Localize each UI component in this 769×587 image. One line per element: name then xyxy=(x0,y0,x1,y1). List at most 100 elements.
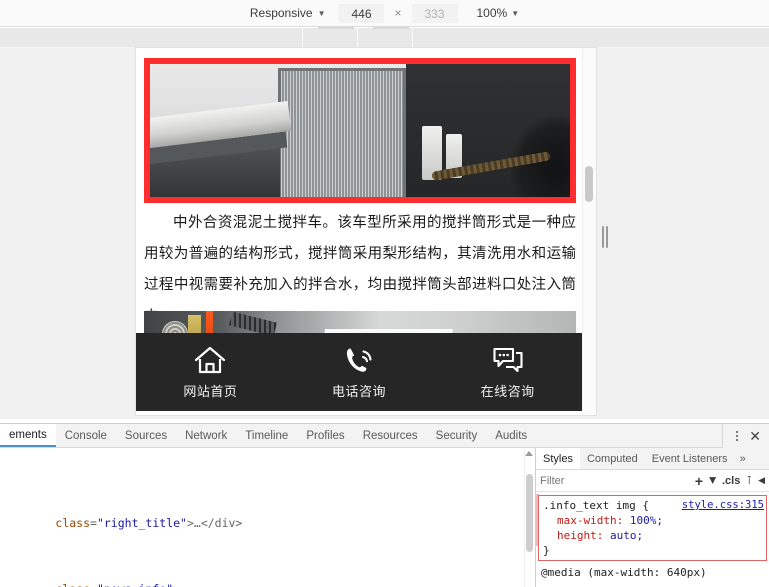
grip-line xyxy=(602,226,604,248)
tab-computed[interactable]: Computed xyxy=(580,448,645,469)
tab-resources[interactable]: Resources xyxy=(354,424,427,447)
css-selector: .info_text img { xyxy=(543,499,649,512)
close-icon[interactable]: ✕ xyxy=(749,429,761,443)
zoom-level-label: 100% xyxy=(476,6,508,20)
dom-node-right-title[interactable]: class="right_title">…</div> xyxy=(0,499,535,530)
dom-scrollbar-thumb[interactable] xyxy=(526,474,533,552)
ruler-marker xyxy=(373,27,409,29)
rendered-page: 中外合资混泥土搅拌车。该车型所采用的搅拌筒形式是一种应用较为普遍的结构形式，搅拌… xyxy=(136,48,582,415)
css-property: height: xyxy=(557,529,604,542)
dimension-separator: × xyxy=(394,6,402,20)
tab-network[interactable]: Network xyxy=(176,424,236,447)
devtools-panel: ements Console Sources Network Timeline … xyxy=(0,423,769,587)
css-rule-info-text-img[interactable]: .info_text img { style.css:315 max-width… xyxy=(538,495,767,561)
chevron-down-icon: ▼ xyxy=(511,9,520,18)
new-style-rule-icon[interactable]: + xyxy=(695,474,703,488)
ruler-tick xyxy=(412,28,413,48)
dom-node-news-info[interactable]: class="news_info"> xyxy=(0,565,535,587)
phone-icon xyxy=(346,348,372,372)
css-media-query-header: @media (max-width: 640px) xyxy=(541,566,707,579)
devtools-body: class="right_title">…</div> class="news_… xyxy=(0,448,769,587)
device-toolbar-controls: Responsive ▼ 446 × 333 100% ▼ xyxy=(246,3,524,23)
node-tail: >…</div> xyxy=(186,516,243,530)
css-property: max-width: xyxy=(557,514,624,527)
device-selector[interactable]: Responsive ▼ xyxy=(246,4,330,22)
zoom-selector[interactable]: 100% ▼ xyxy=(473,4,524,22)
tab-label: ements xyxy=(9,428,47,441)
attr-value: "right_title" xyxy=(96,516,187,530)
tab-label: Audits xyxy=(495,429,528,442)
stylesheet-source-link[interactable]: style.css:315 xyxy=(682,498,764,513)
tab-label: Timeline xyxy=(245,429,289,442)
attr-value: "news_info" xyxy=(97,582,173,587)
page-scrollbar-thumb[interactable] xyxy=(585,166,593,202)
attr-eq: = xyxy=(90,582,97,587)
css-declaration[interactable]: height: auto; xyxy=(543,528,762,543)
styles-filter-row: + ◀ .cls ⊺ ◀ xyxy=(536,470,769,492)
tab-label: Event Listeners xyxy=(651,452,728,465)
css-rule-close-brace: } xyxy=(543,544,550,557)
tab-console[interactable]: Console xyxy=(56,424,116,447)
device-canvas: 中外合资混泥土搅拌车。该车型所采用的搅拌筒形式是一种应用较为普遍的结构形式，搅拌… xyxy=(0,48,769,469)
chevron-down-icon[interactable]: ◀ xyxy=(707,477,718,484)
scroll-up-arrow-icon[interactable] xyxy=(525,451,533,456)
ruler-tick xyxy=(357,28,358,48)
more-tabs-icon[interactable]: » xyxy=(735,448,751,469)
css-value: auto; xyxy=(609,529,644,542)
tab-security[interactable]: Security xyxy=(427,424,487,447)
chevron-right-icon: » xyxy=(739,452,746,465)
tab-label: Resources xyxy=(362,429,418,442)
grip-line xyxy=(606,226,608,248)
tab-audits[interactable]: Audits xyxy=(486,424,536,447)
collapse-arrow-icon[interactable]: ◀ xyxy=(758,475,765,486)
tab-label: Styles xyxy=(543,452,573,465)
tab-event-listeners[interactable]: Event Listeners xyxy=(645,448,735,469)
photo-chassis-region xyxy=(150,138,280,197)
tab-label: Computed xyxy=(586,452,638,465)
styles-sidebar: Styles Computed Event Listeners » + ◀ .c… xyxy=(535,448,769,587)
element-classes-icon[interactable]: .cls xyxy=(722,475,740,487)
viewport-ruler[interactable] xyxy=(0,27,769,48)
ruler-tick xyxy=(302,28,303,48)
nav-label: 在线咨询 xyxy=(480,384,535,400)
ruler-marker xyxy=(318,27,354,29)
pin-icon[interactable]: ⊺ xyxy=(746,474,752,487)
selected-image-highlight[interactable] xyxy=(144,58,576,203)
page-bottom-navbar: 网站首页 电话咨询 在线咨询 xyxy=(136,333,582,411)
device-viewport: 中外合资混泥土搅拌车。该车型所采用的搅拌筒形式是一种应用较为普遍的结构形式，搅拌… xyxy=(136,48,596,415)
page-scrollbar-track[interactable] xyxy=(582,48,596,415)
node-tail: > xyxy=(173,582,180,587)
tab-timeline[interactable]: Timeline xyxy=(236,424,297,447)
styles-filter-input[interactable] xyxy=(540,474,689,487)
viewport-height-input[interactable]: 333 xyxy=(411,3,458,23)
tab-label: Console xyxy=(64,429,107,442)
attr-eq: = xyxy=(90,516,97,530)
viewport-resize-handle-right[interactable] xyxy=(599,223,611,251)
tab-elements[interactable]: ements xyxy=(0,424,56,447)
css-declaration[interactable]: max-width: 100%; xyxy=(543,513,762,528)
css-selector-line[interactable]: .info_text img { style.css:315 xyxy=(543,498,764,513)
nav-label: 网站首页 xyxy=(183,384,238,400)
tab-sources[interactable]: Sources xyxy=(116,424,176,447)
chat-icon xyxy=(493,347,523,372)
tab-styles[interactable]: Styles xyxy=(536,448,580,469)
tab-label: Sources xyxy=(124,429,168,442)
css-value: 100%; xyxy=(629,514,663,527)
dom-tree[interactable]: class="right_title">…</div> class="news_… xyxy=(0,448,535,587)
home-icon xyxy=(195,346,226,373)
dom-scrollbar-track[interactable] xyxy=(524,448,535,587)
device-mode-toolbar: Responsive ▼ 446 × 333 100% ▼ xyxy=(0,0,769,27)
nav-item-home[interactable]: 网站首页 xyxy=(136,345,285,400)
tab-profiles[interactable]: Profiles xyxy=(297,424,353,447)
nav-item-chat[interactable]: 在线咨询 xyxy=(433,345,582,400)
viewport-width-input[interactable]: 446 xyxy=(338,3,385,23)
devtools-tabbar-actions: ✕ xyxy=(722,424,769,448)
tab-label: Security xyxy=(435,429,478,442)
tab-label: Profiles xyxy=(306,429,345,442)
more-options-icon[interactable] xyxy=(731,429,743,443)
attr-name: class xyxy=(55,516,91,530)
nav-item-phone[interactable]: 电话咨询 xyxy=(285,345,434,400)
attr-name: class xyxy=(55,582,90,587)
chevron-down-icon: ▼ xyxy=(317,9,326,18)
device-selector-label: Responsive xyxy=(249,6,313,20)
